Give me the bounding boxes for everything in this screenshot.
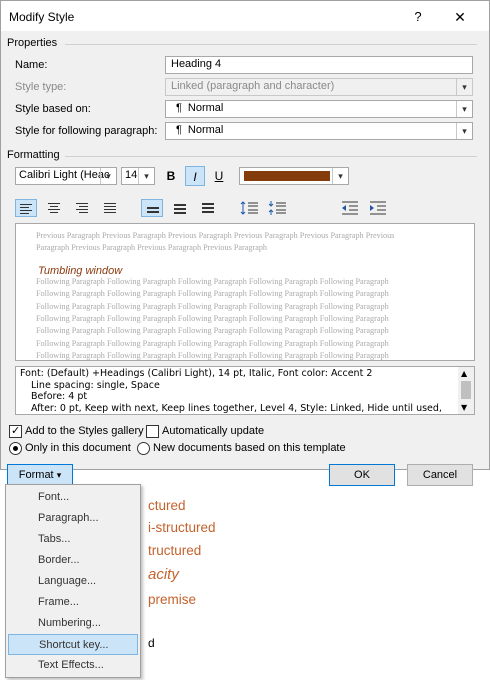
spacing-decrease-icon bbox=[268, 201, 286, 215]
style-description: Font: (Default) +Headings (Calibri Light… bbox=[15, 366, 475, 415]
chevron-down-icon: ▾ bbox=[332, 168, 348, 184]
modify-style-dialog: Modify Style ? ✕ Properties Name: Headin… bbox=[0, 0, 490, 486]
align-right-button[interactable] bbox=[71, 199, 93, 217]
style-type-dropdown: Linked (paragraph and character) ▾ bbox=[165, 78, 473, 96]
preview-following-line: Following Paragraph Following Paragraph … bbox=[36, 301, 389, 311]
preview-following-line: Following Paragraph Following Paragraph … bbox=[36, 289, 389, 299]
description-line: Before: 4 pt bbox=[31, 391, 88, 402]
close-button[interactable]: ✕ bbox=[449, 7, 471, 27]
preview-previous-paragraph: Previous Paragraph Previous Paragraph Pr… bbox=[36, 231, 395, 253]
style-type-value: Linked (paragraph and character) bbox=[171, 80, 335, 92]
description-line: Line spacing: single, Space bbox=[31, 379, 160, 391]
preview-following-line: Following Paragraph Following Paragraph … bbox=[36, 277, 389, 286]
menu-item-tabs[interactable]: Tabs... bbox=[8, 529, 138, 550]
font-name-value: Calibri Light (Heac bbox=[19, 169, 110, 181]
spacing-increase-icon bbox=[240, 201, 258, 215]
format-button[interactable]: Format ▾ bbox=[7, 464, 73, 486]
align-center-button[interactable] bbox=[43, 199, 65, 217]
doc-text-unstructured: tructured bbox=[148, 543, 202, 558]
menu-item-text-effects[interactable]: Text Effects... bbox=[8, 655, 138, 676]
chevron-down-icon: ▾ bbox=[100, 168, 116, 184]
paragraph-mark-icon: ¶ bbox=[176, 102, 182, 114]
doc-text-d: d bbox=[148, 636, 155, 650]
chevron-down-icon: ▾ bbox=[456, 101, 472, 117]
based-on-dropdown[interactable]: ¶ Normal ▾ bbox=[165, 100, 473, 118]
menu-item-language[interactable]: Language... bbox=[8, 571, 138, 592]
chevron-down-icon: ▾ bbox=[456, 79, 472, 95]
increase-indent-icon bbox=[370, 201, 386, 215]
decrease-indent-button[interactable] bbox=[339, 199, 361, 217]
scroll-thumb[interactable] bbox=[461, 381, 471, 399]
cancel-button[interactable]: Cancel bbox=[407, 464, 473, 486]
style-type-label: Style type: bbox=[15, 81, 67, 93]
preview-following-line: Following Paragraph Following Paragraph … bbox=[36, 338, 389, 348]
line-spacing-increase-button[interactable] bbox=[239, 199, 261, 217]
chevron-down-icon: ▾ bbox=[456, 123, 472, 139]
new-documents-radio[interactable] bbox=[137, 442, 150, 455]
font-color-dropdown[interactable]: ▾ bbox=[239, 167, 349, 185]
doc-text-capacity: acity bbox=[148, 566, 179, 583]
underline-button[interactable]: U bbox=[209, 166, 229, 186]
font-size-value: 14 bbox=[125, 169, 138, 181]
auto-update-checkbox[interactable] bbox=[146, 425, 159, 438]
decrease-indent-icon bbox=[342, 201, 358, 215]
menu-item-frame[interactable]: Frame... bbox=[8, 592, 138, 613]
description-line: After: 0 pt, Keep with next, Keep lines … bbox=[31, 402, 442, 414]
line-spacing-decrease-button[interactable] bbox=[267, 199, 289, 217]
help-button[interactable]: ? bbox=[407, 7, 429, 27]
following-paragraph-label: Style for following paragraph: bbox=[15, 125, 158, 137]
auto-update-label: Automatically update bbox=[162, 425, 265, 437]
single-spacing-button[interactable] bbox=[141, 199, 163, 217]
double-spacing-button[interactable] bbox=[197, 199, 219, 217]
chevron-down-icon: ▾ bbox=[56, 470, 62, 480]
based-on-label: Style based on: bbox=[15, 103, 91, 115]
doc-text-structured: ctured bbox=[148, 498, 186, 513]
paragraph-mark-icon: ¶ bbox=[176, 124, 182, 136]
only-this-document-radio[interactable] bbox=[9, 442, 22, 455]
doc-text-premise: premise bbox=[148, 592, 197, 607]
preview-following-line: Following Paragraph Following Paragraph … bbox=[36, 326, 389, 336]
scroll-up-icon[interactable]: ▲ bbox=[461, 368, 467, 380]
following-paragraph-value: Normal bbox=[187, 124, 224, 136]
format-menu: Font... Paragraph... Tabs... Border... L… bbox=[5, 484, 141, 678]
one-half-spacing-button[interactable] bbox=[169, 199, 191, 217]
preview-following-line: Following Paragraph Following Paragraph … bbox=[36, 313, 389, 323]
menu-item-border[interactable]: Border... bbox=[8, 550, 138, 571]
add-to-gallery-checkbox[interactable] bbox=[9, 424, 22, 438]
new-documents-label: New documents based on this template bbox=[153, 442, 346, 454]
justify-button[interactable] bbox=[99, 199, 121, 217]
font-color-swatch bbox=[244, 171, 330, 181]
properties-section-label: Properties bbox=[7, 37, 58, 49]
formatting-divider bbox=[65, 156, 477, 157]
preview-following-line: Following Paragraph Following Paragraph … bbox=[36, 350, 389, 360]
dialog-title: Modify Style bbox=[9, 10, 75, 24]
description-scrollbar[interactable]: ▲ ▼ bbox=[458, 367, 474, 414]
menu-item-shortcut-key[interactable]: Shortcut key... bbox=[8, 634, 138, 655]
italic-button[interactable]: I bbox=[185, 166, 205, 186]
menu-item-numbering[interactable]: Numbering... bbox=[8, 613, 138, 634]
name-field[interactable]: Heading 4 bbox=[165, 56, 473, 74]
align-left-button[interactable] bbox=[15, 199, 37, 217]
formatting-section-label: Formatting bbox=[7, 149, 60, 161]
description-line: Font: (Default) +Headings (Calibri Light… bbox=[20, 368, 373, 379]
font-size-dropdown[interactable]: 14 ▾ bbox=[121, 167, 155, 185]
menu-item-paragraph[interactable]: Paragraph... bbox=[8, 508, 138, 529]
increase-indent-button[interactable] bbox=[367, 199, 389, 217]
based-on-value: Normal bbox=[187, 102, 224, 114]
add-to-gallery-label: Add to the Styles gallery bbox=[25, 425, 144, 437]
title-bar: Modify Style ? ✕ bbox=[1, 1, 489, 31]
only-this-document-label: Only in this document bbox=[25, 442, 131, 454]
following-paragraph-dropdown[interactable]: ¶ Normal ▾ bbox=[165, 122, 473, 140]
style-preview: Previous Paragraph Previous Paragraph Pr… bbox=[15, 223, 475, 361]
name-label: Name: bbox=[15, 59, 48, 71]
scroll-down-icon[interactable]: ▼ bbox=[461, 402, 467, 414]
properties-divider bbox=[65, 44, 477, 45]
ok-button[interactable]: OK bbox=[329, 464, 395, 486]
bold-button[interactable]: B bbox=[161, 166, 181, 186]
format-button-label: Format bbox=[18, 469, 54, 481]
chevron-down-icon: ▾ bbox=[138, 168, 154, 184]
menu-item-font[interactable]: Font... bbox=[8, 487, 138, 508]
font-name-dropdown[interactable]: Calibri Light (Heac ▾ bbox=[15, 167, 117, 185]
doc-text-semi-structured: i-structured bbox=[148, 520, 216, 535]
